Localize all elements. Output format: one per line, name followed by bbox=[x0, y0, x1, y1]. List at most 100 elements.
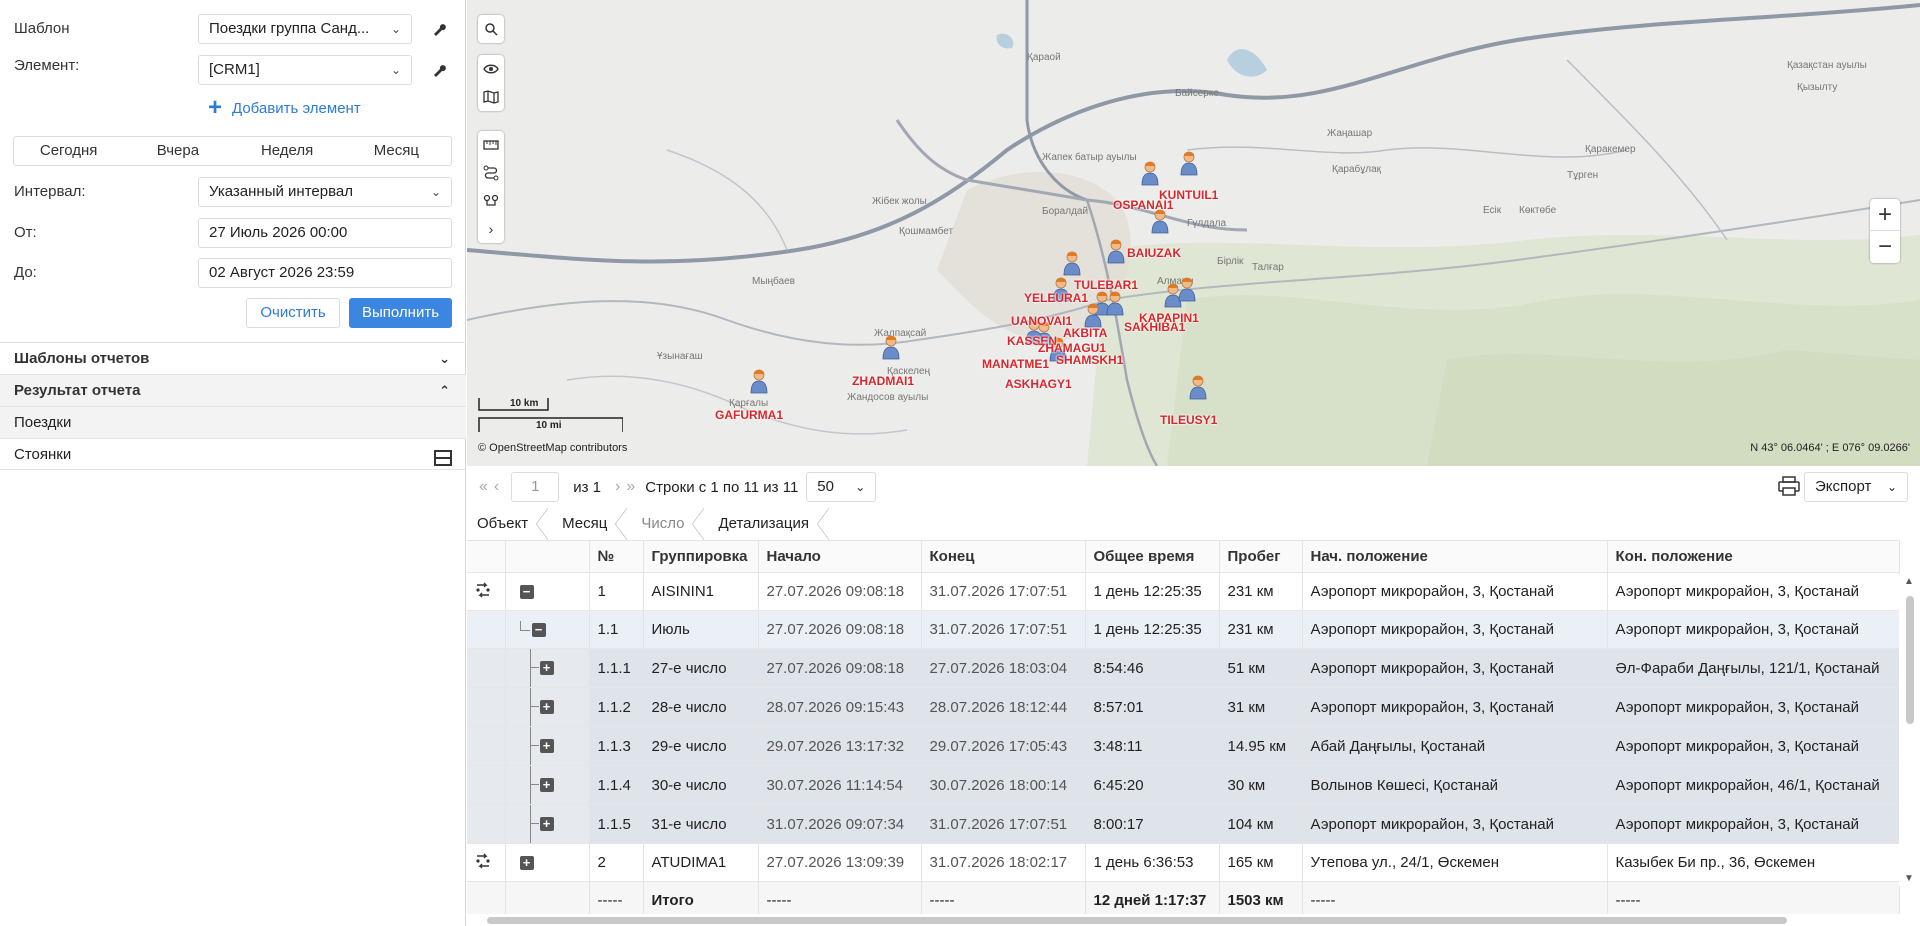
unit-label[interactable]: YELEURA1 bbox=[1024, 291, 1088, 305]
range-week-button[interactable]: Неделя bbox=[233, 137, 342, 165]
chevron-right-icon[interactable]: › bbox=[478, 215, 504, 243]
report-templates-section[interactable]: Шаблоны отчетов ⌄ bbox=[0, 342, 466, 374]
report-result-section[interactable]: Результат отчета ⌃ bbox=[0, 374, 466, 406]
map-icon[interactable] bbox=[478, 83, 504, 111]
page-size-select[interactable]: 50 ⌄ bbox=[806, 472, 877, 502]
trips-on-map-button[interactable] bbox=[467, 843, 506, 882]
trips-on-map-button[interactable] bbox=[467, 572, 506, 611]
interval-select[interactable]: Указанный интервал ⌄ bbox=[198, 177, 452, 207]
table-row[interactable]: +1.1.1 27-е число 27.07.2026 09:08:18 27.07… bbox=[467, 648, 1900, 688]
unit-marker-icon[interactable] bbox=[1189, 374, 1207, 400]
header-start-location[interactable]: Нач. положение bbox=[1302, 540, 1608, 573]
map-search-tool[interactable] bbox=[478, 15, 504, 43]
expand-icon[interactable]: + bbox=[539, 778, 554, 792]
next-page-icon[interactable]: › bbox=[615, 478, 620, 496]
crumb-object[interactable]: Объект bbox=[467, 508, 552, 540]
range-today-button[interactable]: Сегодня bbox=[14, 137, 123, 165]
scroll-thumb[interactable] bbox=[1906, 596, 1914, 724]
search-icon[interactable] bbox=[478, 15, 504, 43]
eye-icon[interactable] bbox=[478, 55, 504, 83]
export-select[interactable]: Экспорт ⌄ bbox=[1804, 472, 1908, 502]
last-page-icon[interactable]: » bbox=[626, 478, 635, 496]
scroll-up-icon[interactable]: ▲ bbox=[1904, 576, 1914, 587]
header-num[interactable]: № bbox=[589, 540, 644, 573]
table-view-icon[interactable] bbox=[434, 446, 452, 478]
expand-icon[interactable]: + bbox=[539, 739, 554, 753]
table-row[interactable]: − 1 AISININ1 27.07.2026 09:08:18 31.07.2026 … bbox=[467, 572, 1900, 611]
place-label: Ұзынағаш bbox=[657, 351, 703, 362]
unit-label[interactable]: MANATME1 bbox=[982, 357, 1049, 371]
header-end-location[interactable]: Кон. положение bbox=[1607, 540, 1900, 573]
table-row[interactable]: +2 ATUDIMA1 27.07.2026 13:09:39 31.07.2026 … bbox=[467, 843, 1900, 882]
expand-icon[interactable]: + bbox=[519, 856, 534, 871]
unit-label[interactable]: KAPAPIN1 bbox=[1139, 311, 1199, 325]
route-icon[interactable] bbox=[478, 159, 504, 187]
print-icon[interactable] bbox=[1778, 476, 1802, 498]
collapse-icon[interactable]: − bbox=[519, 585, 534, 600]
expand-icon[interactable]: + bbox=[539, 661, 554, 675]
unit-label[interactable]: ZHADMAI1 bbox=[852, 374, 914, 388]
expand-icon[interactable]: + bbox=[539, 817, 554, 831]
scroll-thumb[interactable] bbox=[487, 917, 1787, 924]
wrench-icon[interactable] bbox=[428, 59, 450, 81]
zoom-out-button[interactable]: − bbox=[1870, 231, 1900, 263]
to-date-input[interactable]: 02 Август 2026 23:59 bbox=[198, 258, 452, 288]
add-element-button[interactable]: + Добавить элемент bbox=[208, 96, 361, 120]
result-item-trips[interactable]: Поездки bbox=[0, 406, 466, 438]
scroll-down-icon[interactable]: ▼ bbox=[1904, 873, 1914, 884]
run-button[interactable]: Выполнить bbox=[349, 298, 452, 328]
unit-label[interactable]: GAFURMA1 bbox=[715, 408, 783, 422]
first-page-icon[interactable]: « bbox=[479, 478, 488, 496]
header-start[interactable]: Начало bbox=[758, 540, 922, 573]
table-row[interactable]: +1.1.2 28-е число 28.07.2026 09:15:43 28.07… bbox=[467, 687, 1900, 727]
header-end[interactable]: Конец bbox=[921, 540, 1086, 573]
unit-label[interactable]: BAIUZAK bbox=[1127, 246, 1181, 260]
prev-page-icon[interactable]: ‹ bbox=[494, 478, 499, 496]
wrench-icon[interactable] bbox=[428, 18, 450, 40]
crumb-detail[interactable]: Детализация bbox=[708, 508, 833, 540]
range-month-button[interactable]: Месяц bbox=[342, 137, 451, 165]
unit-label[interactable]: ASKHAGY1 bbox=[1005, 377, 1072, 391]
unit-marker-icon[interactable] bbox=[1107, 238, 1125, 264]
unit-label[interactable]: TULEBAR1 bbox=[1074, 278, 1138, 292]
crumb-month[interactable]: Месяц bbox=[552, 508, 631, 540]
header-group[interactable]: Группировка bbox=[643, 540, 759, 573]
vertical-scrollbar[interactable]: ▲ ▼ bbox=[1899, 574, 1920, 886]
table-row[interactable]: +1.1.3 29-е число 29.07.2026 13:17:32 29.07… bbox=[467, 726, 1900, 766]
unit-marker-icon[interactable] bbox=[882, 334, 900, 360]
table-row[interactable]: +1.1.5 31-е число 31.07.2026 09:07:34 31.07… bbox=[467, 804, 1900, 844]
horizontal-scrollbar[interactable] bbox=[467, 914, 1920, 926]
clear-button[interactable]: Очистить bbox=[246, 298, 340, 328]
unit-marker-icon[interactable] bbox=[1063, 250, 1081, 276]
unit-marker-icon[interactable] bbox=[1084, 302, 1102, 328]
unit-label[interactable]: OSPANAI1 bbox=[1113, 198, 1173, 212]
unit-label[interactable]: SHAMSKH1 bbox=[1056, 353, 1123, 367]
route-icon[interactable] bbox=[475, 853, 491, 873]
waypoints-icon[interactable] bbox=[478, 187, 504, 215]
page-number-input[interactable]: 1 bbox=[511, 472, 560, 502]
unit-label[interactable]: AKBITA bbox=[1063, 326, 1107, 340]
expand-icon[interactable]: + bbox=[539, 700, 554, 714]
collapse-icon[interactable]: − bbox=[531, 623, 546, 638]
row-spacer bbox=[467, 648, 506, 688]
route-icon[interactable] bbox=[475, 582, 491, 602]
table-row[interactable]: +1.1.4 30-е число 30.07.2026 11:14:54 30.07… bbox=[467, 765, 1900, 805]
unit-marker-icon[interactable] bbox=[750, 368, 768, 394]
map-view[interactable]: Қараой Жапек батыр ауылы Жібек жолы Қошм… bbox=[467, 0, 1920, 466]
unit-marker-icon[interactable] bbox=[1141, 160, 1159, 186]
table-row[interactable]: − 1.1 Июль 27.07.2026 09:08:18 31.07.2026 17… bbox=[467, 610, 1900, 649]
unit-marker-icon[interactable] bbox=[1178, 276, 1196, 302]
range-yesterday-button[interactable]: Вчера bbox=[123, 137, 232, 165]
unit-marker-icon[interactable] bbox=[1106, 290, 1124, 316]
header-mileage[interactable]: Пробег bbox=[1219, 540, 1303, 573]
zoom-in-button[interactable]: + bbox=[1870, 199, 1900, 231]
from-date-input[interactable]: 27 Июль 2026 00:00 bbox=[198, 218, 452, 248]
ruler-icon[interactable] bbox=[478, 131, 504, 159]
crumb-day[interactable]: Число bbox=[631, 508, 708, 540]
element-select[interactable]: [CRM1] ⌄ bbox=[198, 55, 412, 85]
template-select[interactable]: Поездки группа Санд... ⌄ bbox=[198, 14, 412, 44]
result-item-stops[interactable]: Стоянки bbox=[0, 438, 466, 470]
header-total-time[interactable]: Общее время bbox=[1085, 540, 1220, 573]
unit-marker-icon[interactable] bbox=[1180, 150, 1198, 176]
unit-label[interactable]: TILEUSY1 bbox=[1160, 413, 1217, 427]
